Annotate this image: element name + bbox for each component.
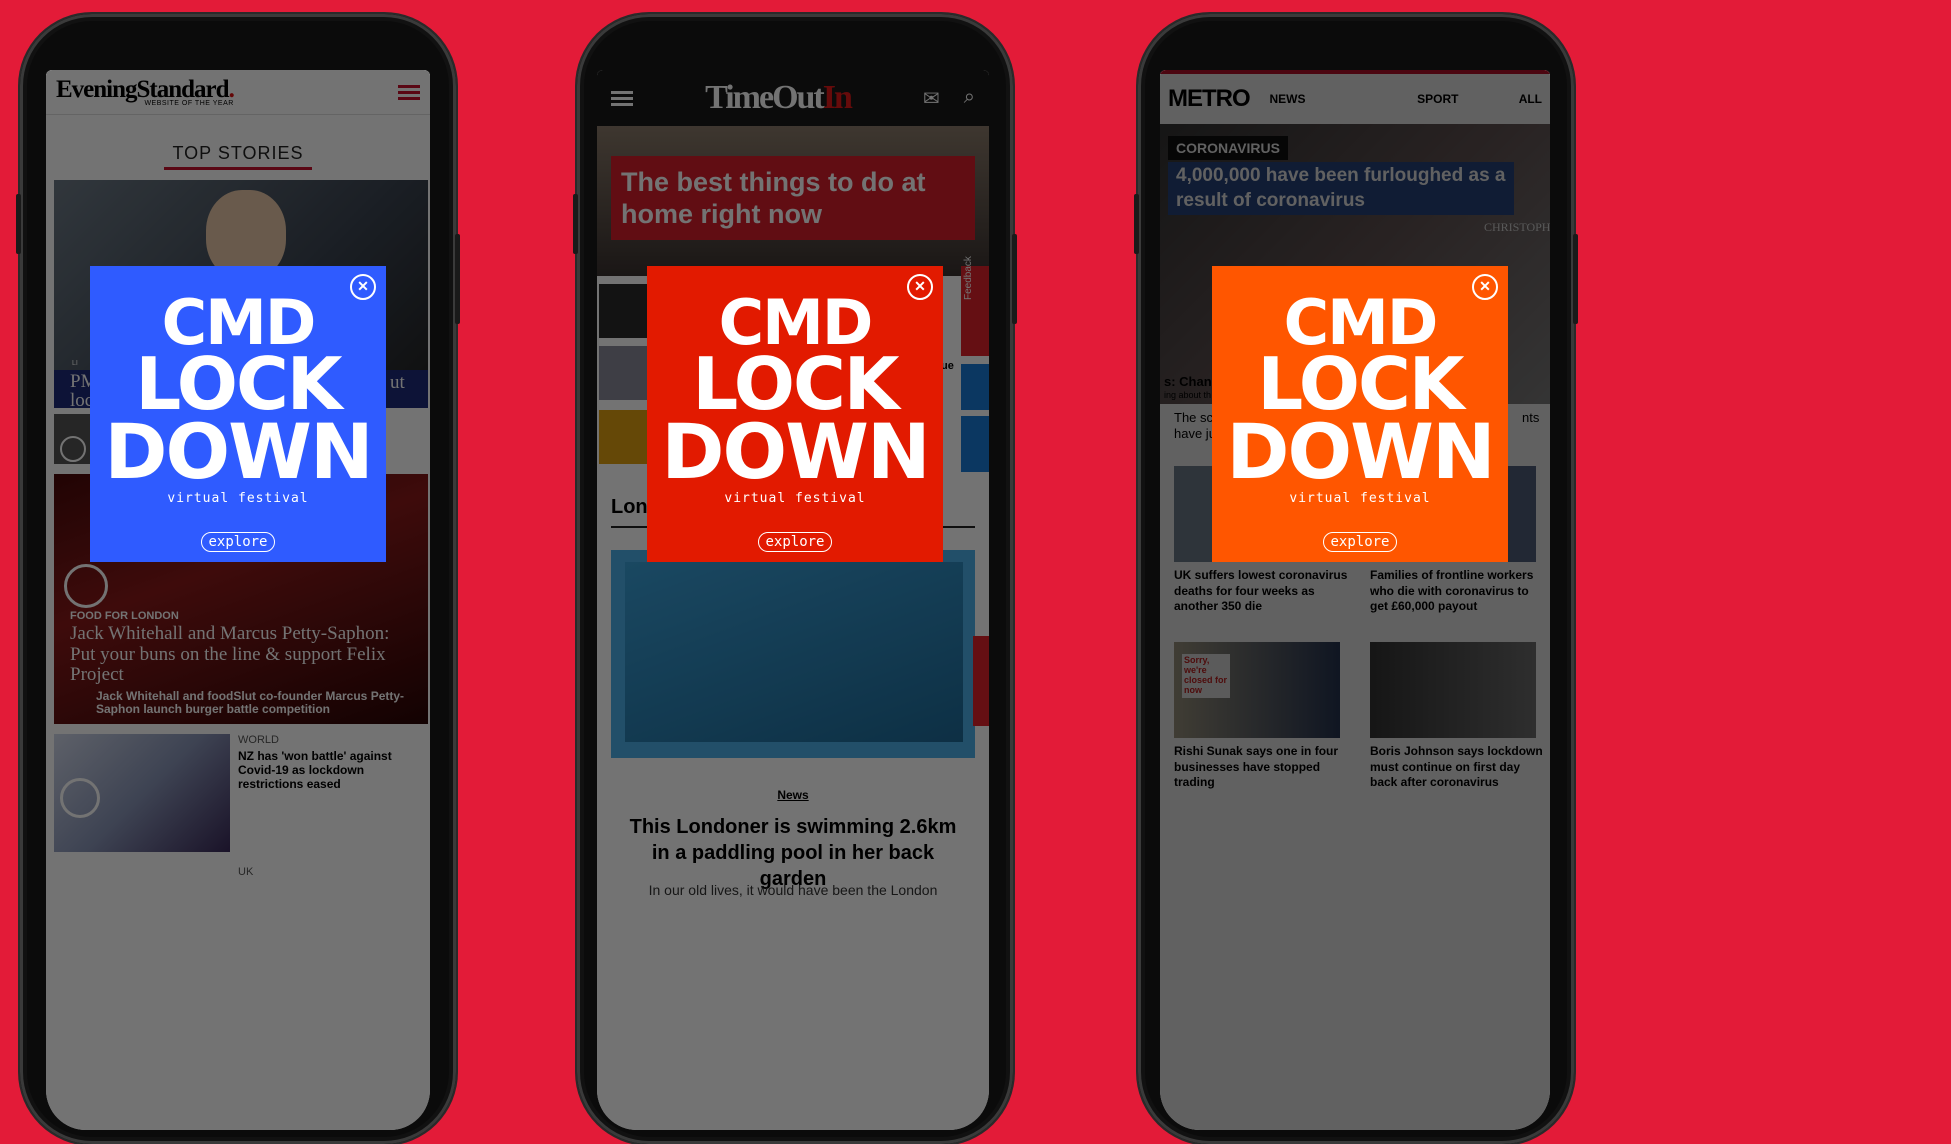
app-header: TimeOutIn ✉ ⌕ [597,70,989,126]
play-icon[interactable] [60,436,86,462]
section-title: TOP STORIES [46,143,430,170]
card-image[interactable] [1370,642,1536,738]
card-headline[interactable]: Rishi Sunak says one in four businesses … [1174,744,1350,791]
card-headline[interactable]: Boris Johnson says lockdown must continu… [1370,744,1546,791]
thumbnail[interactable] [599,410,647,464]
screen: TimeOutIn ✉ ⌕ The best things to do at h… [597,70,989,1130]
logo[interactable]: EveningStandard. [56,77,235,102]
popup-line-3: DOWN [661,407,930,497]
app-header: METRO NEWS SPORT ALL [1160,70,1550,124]
hamburger-menu-icon[interactable] [398,82,420,103]
article-headline[interactable]: This Londoner is swimming 2.6km in a pad… [627,814,959,892]
phone-timeout: TimeOutIn ✉ ⌕ The best things to do at h… [573,14,1017,1144]
side-button [16,194,21,254]
category-tag[interactable]: CORONAVIRUS [1168,136,1288,160]
cmd-lockdown-popup[interactable]: ✕ CMD LOCK DOWN virtual festival explore [90,266,386,562]
chevron-right-icon[interactable] [961,416,989,472]
popup-subtitle: virtual festival [167,491,309,507]
explore-button[interactable]: explore [201,532,275,553]
article-image[interactable] [625,562,963,742]
thumbnail[interactable] [599,284,647,338]
article-tag[interactable]: News [597,788,989,802]
live-label: LI [72,360,78,367]
play-icon[interactable] [60,778,100,818]
card-headline[interactable]: UK suffers lowest coronavirus deaths for… [1174,568,1350,615]
side-button [1134,194,1139,254]
story-headline[interactable]: Jack Whitehall and Marcus Petty-Saphon: … [70,623,410,686]
popup-line-3: DOWN [1226,407,1495,497]
chevron-right-icon[interactable] [961,364,989,410]
side-button [573,194,578,254]
partial-text: nts [1522,410,1540,425]
phone-metro: METRO NEWS SPORT ALL CORONAVIRUS 4,000,0… [1134,14,1578,1144]
sign-text: Sorry, we're closed for now [1182,654,1230,698]
cmd-lockdown-popup[interactable]: ✕ CMD LOCK DOWN virtual festival explore [647,266,943,562]
screen: METRO NEWS SPORT ALL CORONAVIRUS 4,000,0… [1160,70,1550,1130]
article-body: In our old lives, it would have been the… [648,882,938,898]
play-icon[interactable] [64,564,108,608]
category-label: UK [238,866,254,878]
partial-text: ing about th [1164,390,1212,400]
partial-text: The sc [1174,410,1214,425]
hero-headline[interactable]: The best things to do at home right now [621,166,961,231]
close-circle-icon[interactable]: ✕ [907,274,933,300]
side-button [1012,234,1017,324]
hamburger-menu-icon[interactable] [611,88,633,109]
story-headline[interactable]: NZ has 'won battle' against Covid-19 as … [238,749,418,791]
close-circle-icon[interactable]: ✕ [1472,274,1498,300]
story-subheadline: Jack Whitehall and foodSlut co-founder M… [96,689,405,717]
app-header: EveningStandard. WEBSITE OF THE YEAR [46,70,430,115]
explore-button[interactable]: explore [1323,532,1397,553]
popup-line-3: DOWN [104,407,373,497]
mail-icon[interactable]: ✉ [923,86,940,111]
nav-sport[interactable]: SPORT [1417,92,1519,106]
close-circle-icon[interactable]: ✕ [350,274,376,300]
nav-news[interactable]: NEWS [1270,92,1418,106]
screen: EveningStandard. WEBSITE OF THE YEAR TOP… [46,70,430,1130]
feedback-label: Feedback [963,256,974,300]
search-icon[interactable]: ⌕ [964,86,975,111]
card-headline[interactable]: Families of frontline workers who die wi… [1370,568,1546,615]
side-button [455,234,460,324]
explore-button[interactable]: explore [758,532,832,553]
popup-subtitle: virtual festival [1289,491,1431,507]
shop-sign: CHRISTOPH [1484,220,1550,234]
logo[interactable]: TimeOutIn [705,79,853,117]
feedback-tab[interactable] [973,636,989,726]
popup-subtitle: virtual festival [724,491,866,507]
partial-text: s: Chanc [1164,374,1219,389]
side-button [1573,234,1578,324]
category-label: FOOD FOR LONDON [70,610,179,622]
cmd-lockdown-popup[interactable]: ✕ CMD LOCK DOWN virtual festival explore [1212,266,1508,562]
thumbnail[interactable] [599,346,647,400]
hero-headline[interactable]: 4,000,000 have been furloughed as a resu… [1168,162,1514,216]
section-title: Lon [611,496,648,518]
phone-evening-standard: EveningStandard. WEBSITE OF THE YEAR TOP… [16,14,460,1144]
logo[interactable]: METRO [1168,85,1270,113]
nav-all[interactable]: ALL [1519,92,1542,106]
partial-text: have ju [1174,426,1216,441]
category-label: WORLD [238,734,279,746]
story-headline-right: ut [390,372,405,393]
